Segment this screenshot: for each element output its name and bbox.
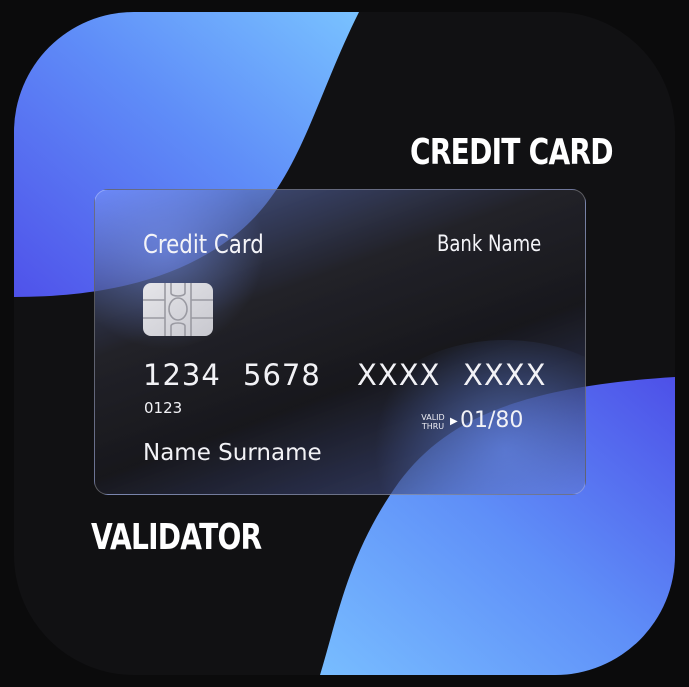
card-number-group-3: XXXX [357, 358, 441, 392]
heading-credit-card: CREDIT CARD [410, 132, 614, 173]
valid-thru-label: VALID THRU [417, 413, 449, 431]
heading-validator: VALIDATOR [91, 517, 262, 558]
thru-label: THRU [421, 422, 445, 431]
card-number-group-2: 5678 [243, 358, 321, 392]
card-small-number: 0123 [144, 399, 183, 417]
card-number-group-4: XXXX [463, 358, 547, 392]
card-chip-icon [143, 283, 213, 336]
valid-label: VALID [421, 413, 445, 422]
credit-card: Credit Card Bank Name 1234 5678 XXXX XXX… [94, 189, 586, 495]
card-number-group-1: 1234 [143, 358, 221, 392]
valid-arrow-icon: ▶ [450, 416, 458, 427]
card-title: Credit Card [143, 230, 264, 260]
expiry-date: 01/80 [460, 408, 524, 433]
app-icon-stage: CREDIT CARD VALIDATOR Credit Card Bank N… [0, 0, 689, 687]
bank-name: Bank Name [437, 232, 542, 257]
card-holder-name: Name Surname [143, 440, 322, 466]
